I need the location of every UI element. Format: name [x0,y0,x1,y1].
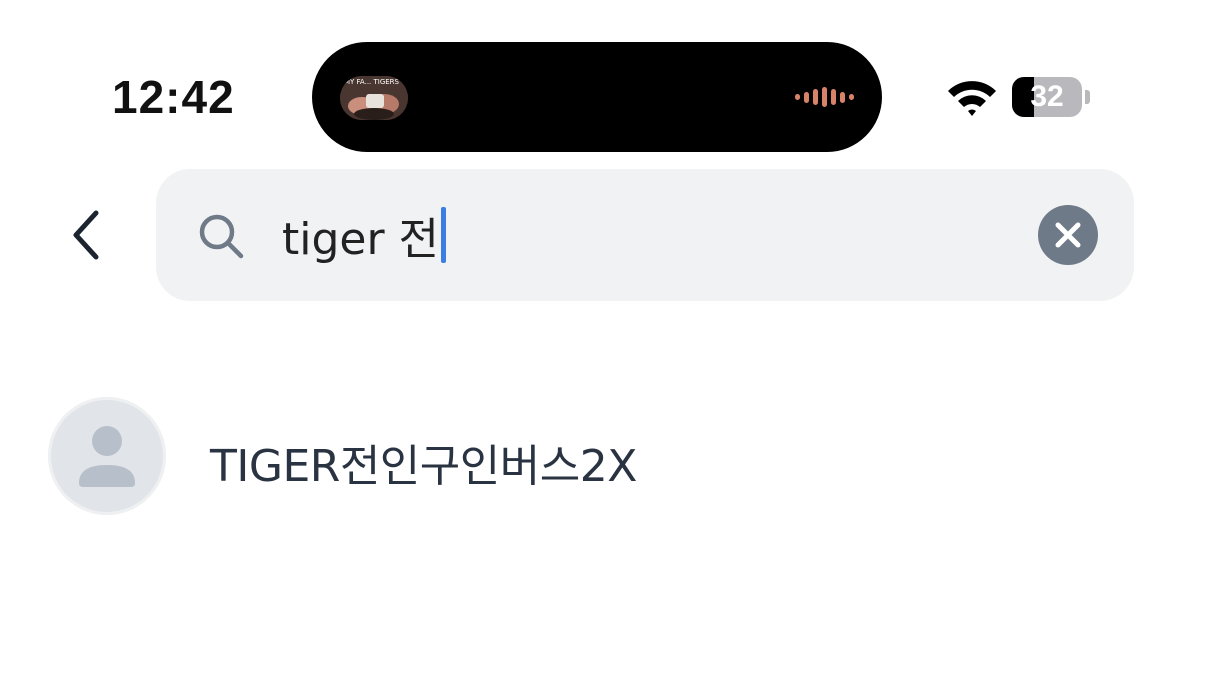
search-bar[interactable]: tiger 전 [156,169,1134,301]
search-screen: 12:42 MY FA... TIGERS 32 tiger 전 TIGER전인… [0,0,1206,674]
search-query-text: tiger 전 [282,214,440,265]
now-playing-caption: MY FA... TIGERS [344,78,399,86]
battery-icon: 32 [1012,77,1082,117]
status-time: 12:42 [112,71,235,123]
clear-x-icon [1055,222,1081,248]
text-caret [441,207,447,263]
chevron-left-icon [73,210,99,260]
search-icon [196,211,246,261]
search-result-item[interactable]: TIGER전인구인버스2X [0,386,1206,528]
now-playing-artwork: MY FA... TIGERS [340,76,408,120]
dynamic-island[interactable]: MY FA... TIGERS [312,42,882,152]
avatar [48,397,166,515]
audio-waveform-icon [795,87,854,107]
wifi-icon [946,78,998,118]
back-button[interactable] [56,200,116,270]
search-input[interactable]: tiger 전 [282,197,1022,273]
person-placeholder-icon [79,426,135,487]
result-name: TIGER전인구인버스2X [210,441,637,492]
battery-level-text: 32 [1030,80,1064,113]
clear-search-button[interactable] [1038,205,1098,265]
battery-cap [1085,90,1090,104]
